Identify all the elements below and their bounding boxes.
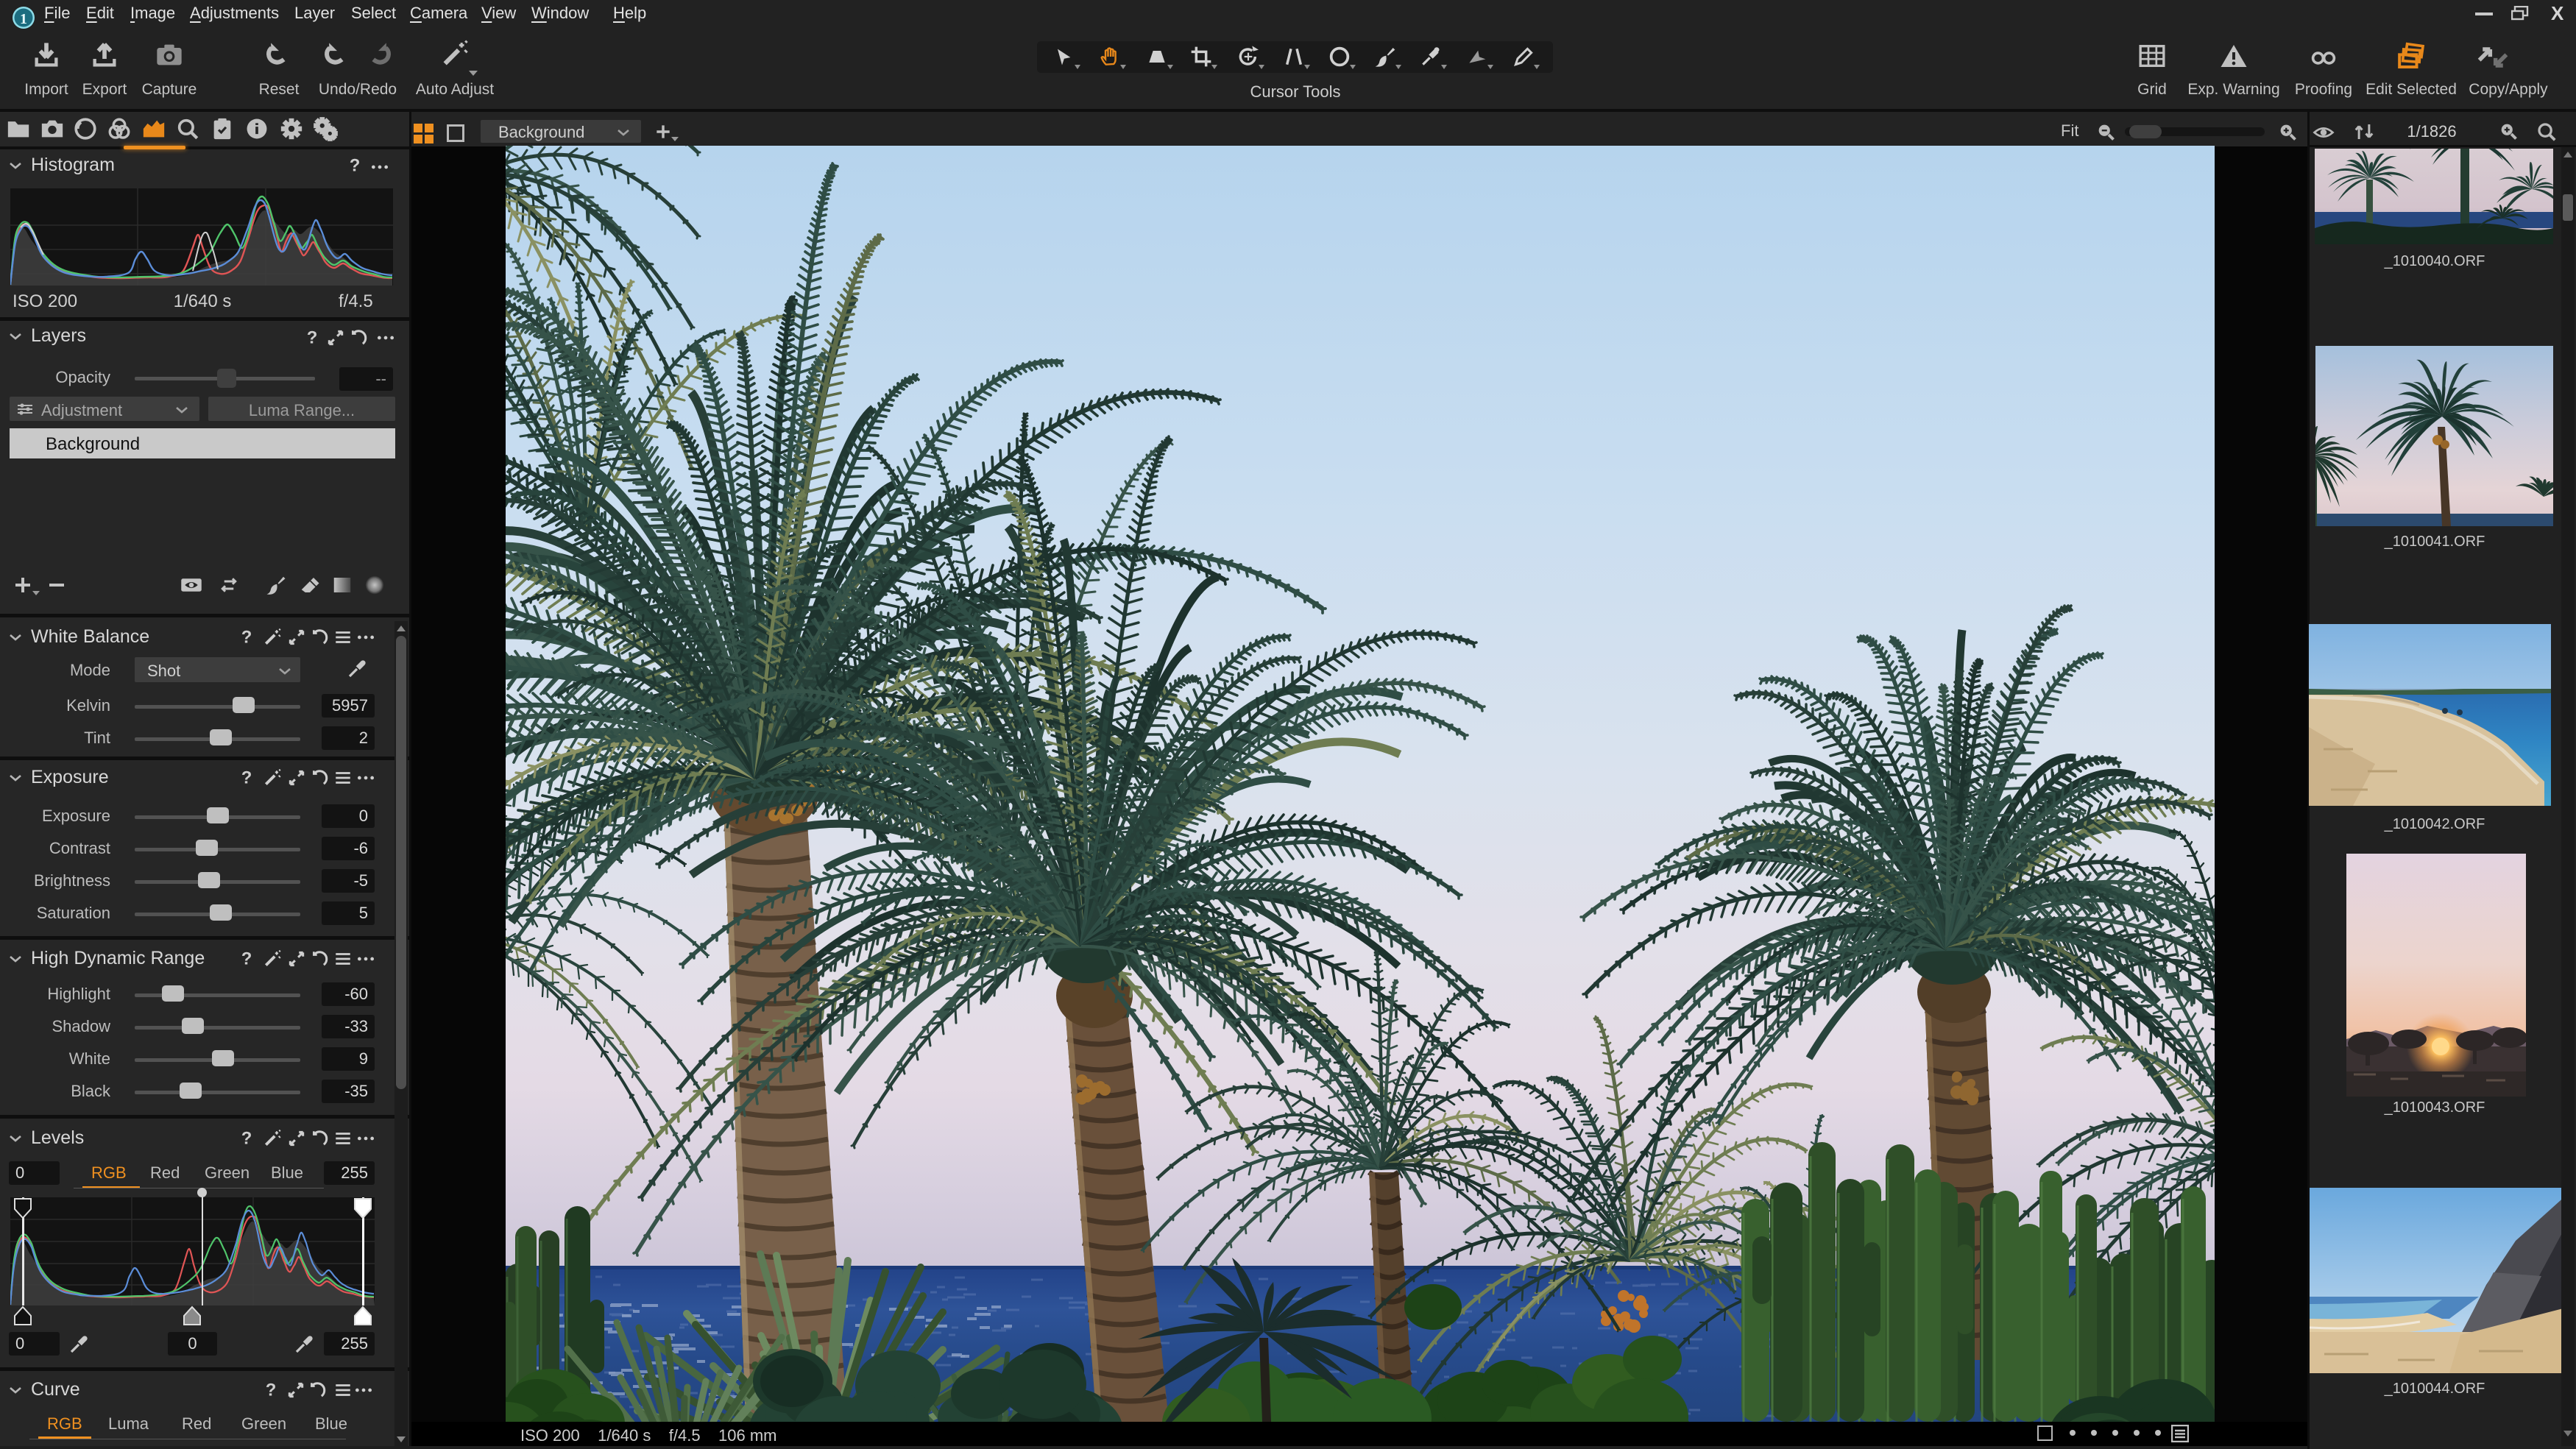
svg-text:?: ? <box>241 768 252 787</box>
svg-text:?: ? <box>307 328 318 347</box>
svg-text:1: 1 <box>20 11 27 27</box>
svg-text:?: ? <box>241 628 252 647</box>
svg-text:?: ? <box>350 156 361 175</box>
svg-text:?: ? <box>241 1129 252 1148</box>
svg-text:?: ? <box>241 949 252 968</box>
svg-text:?: ? <box>266 1381 277 1400</box>
